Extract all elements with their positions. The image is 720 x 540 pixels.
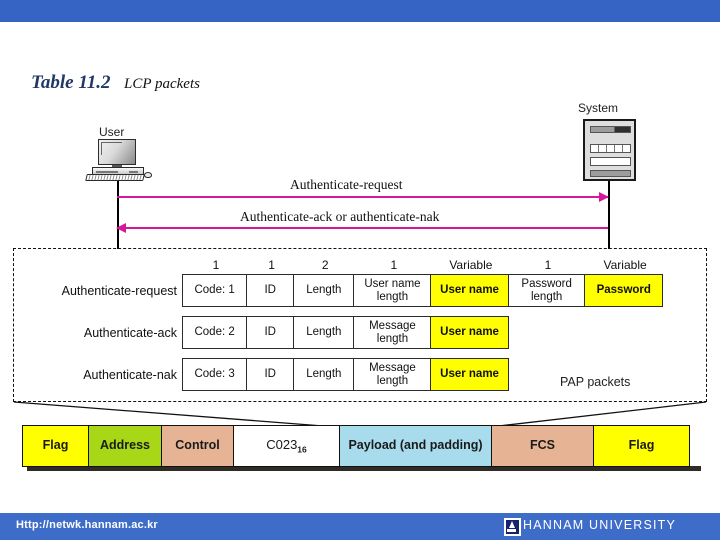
pap-field-cell: Length	[292, 274, 355, 307]
title-number: Table 11.2	[31, 72, 111, 93]
hannam-logo-icon	[504, 518, 521, 536]
message-arrow-ack	[116, 223, 608, 233]
page-title: Table 11.2 LCP packets	[31, 72, 200, 94]
system-label: System	[578, 101, 619, 115]
pap-column-header: 2	[321, 258, 329, 272]
pap-packet-row: Authenticate-ack Code: 2 ID Length Message l…	[84, 316, 510, 349]
ppp-frame-field: Control	[161, 425, 234, 467]
pap-column-header: 1	[212, 258, 220, 272]
pap-field-cell: ID	[246, 358, 295, 391]
pap-field-cell: User name	[430, 274, 510, 307]
pap-field-cell: Message length	[353, 316, 432, 349]
pap-field-cell: Password	[584, 274, 664, 307]
pap-field-cell: User name length	[353, 274, 432, 307]
ppp-frame-field: FCS	[490, 425, 595, 467]
pap-field-cell: User name	[430, 316, 510, 349]
pap-packet-row: Authenticate-request Code: 1 ID Length User …	[62, 274, 664, 307]
ppp-frame-row: Flag Address Control C02316 Payload (and pad…	[22, 425, 690, 467]
system-server-icon	[583, 119, 636, 181]
user-lifeline	[117, 181, 119, 249]
ppp-frame-field: C02316	[232, 425, 341, 467]
message-label-authenticate-ack-nak: Authenticate-ack or authenticate-nak	[240, 209, 440, 224]
user-label: User	[99, 125, 125, 139]
ppp-frame-field: Flag	[22, 425, 89, 467]
pap-column-header: Variable	[449, 258, 493, 272]
ppp-frame-field: Address	[87, 425, 163, 467]
pap-field-cell: Code: 2	[181, 316, 248, 349]
pap-packet-row: Authenticate-nak Code: 3 ID Length Message l…	[83, 358, 510, 391]
footer-url[interactable]: Http://netwk.hannam.ac.kr	[16, 519, 158, 531]
pap-column-header: Variable	[603, 258, 647, 272]
pap-field-cell: Code: 3	[181, 358, 248, 391]
message-label-authenticate-request: Authenticate-request	[290, 177, 403, 192]
pap-field-cell: Code: 1	[181, 274, 248, 307]
footer-university-name: HANNAM UNIVERSITY	[523, 518, 677, 532]
message-arrow-request	[117, 192, 609, 202]
pap-column-header: 1	[544, 258, 552, 272]
pap-field-cell: ID	[246, 316, 295, 349]
pap-field-cell: Length	[292, 358, 355, 391]
pap-row-label: Authenticate-ack	[83, 325, 177, 340]
ppp-frame-field: Flag	[593, 425, 690, 467]
pap-field-cell: User name	[430, 358, 510, 391]
pap-field-cell: ID	[246, 274, 295, 307]
pap-field-cell: Password length	[507, 274, 586, 307]
top-accent-bar	[0, 0, 720, 22]
pap-column-header: 1	[390, 258, 398, 272]
pap-field-cell: Message length	[353, 358, 432, 391]
ppp-frame-field: Payload (and padding)	[339, 425, 492, 467]
pap-field-cell: Length	[292, 316, 355, 349]
pap-packets-caption: PAP packets	[560, 375, 631, 389]
title-caption: LCP packets	[123, 76, 200, 92]
user-computer-icon	[84, 139, 154, 181]
pap-column-header: 1	[268, 258, 275, 272]
pap-row-label: Authenticate-request	[61, 283, 177, 298]
pap-row-label: Authenticate-nak	[83, 367, 177, 382]
